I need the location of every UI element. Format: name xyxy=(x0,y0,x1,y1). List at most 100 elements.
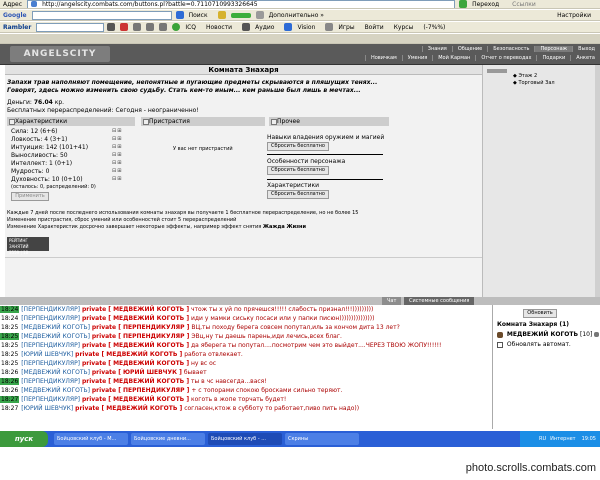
chat-sender[interactable]: [ПЕРПЕНДИКУЛЯР] xyxy=(21,306,80,313)
stat-adjust-controls[interactable]: ⊟⊞ xyxy=(112,168,122,174)
chat-sender[interactable]: [МЕДВЕЖИЙ КОГОТЬ] xyxy=(21,333,90,340)
icq-button[interactable]: ICQ xyxy=(172,23,201,31)
taskbar-item[interactable]: Скрины xyxy=(285,433,359,445)
nav-communication[interactable]: Общение xyxy=(451,46,487,52)
section-other[interactable]: Прочее xyxy=(269,117,389,126)
refresh-button[interactable]: Обновить xyxy=(523,309,557,318)
chat-time: 18:26 xyxy=(1,369,19,376)
nav-skills[interactable]: Умения xyxy=(401,55,432,61)
nav-security[interactable]: Безопасность xyxy=(487,46,534,52)
chat-private-tag[interactable]: private [ ПЕРПЕНДИКУЛЯР ] xyxy=(92,333,190,340)
other-item-label: Особенности персонажа xyxy=(267,158,346,165)
google-search-button[interactable]: Поиск xyxy=(175,11,213,19)
scrollbar[interactable] xyxy=(595,65,600,297)
apply-button[interactable]: Применить xyxy=(11,192,49,201)
rambler-news-button[interactable]: Новости xyxy=(206,24,237,31)
weather-icon[interactable] xyxy=(159,23,168,31)
section-stats[interactable]: Характеристики xyxy=(7,117,135,126)
tab-system-messages[interactable]: Системные сообщения xyxy=(404,297,475,305)
chat-private-tag[interactable]: private [ МЕДВЕЖИЙ КОГОТЬ ] xyxy=(82,396,189,403)
chat-sender[interactable]: [ПЕРПЕНДИКУЛЯР] xyxy=(21,378,80,385)
search-icon[interactable] xyxy=(107,23,116,31)
checkbox[interactable] xyxy=(497,341,503,348)
chat-private-tag[interactable]: private [ МЕДВЕЖИЙ КОГОТЬ ] xyxy=(82,360,189,367)
game-header: ANGELSCITY Знания Общение Безопасность П… xyxy=(0,44,600,65)
rambler-search-input[interactable] xyxy=(36,22,105,32)
reset-features-button[interactable]: Сбросить бесплатно xyxy=(267,166,329,175)
stat-adjust-controls[interactable]: ⊟⊞ xyxy=(112,144,122,150)
room-user-count: Комната Знахаря (1) xyxy=(497,321,570,328)
stat-adjust-controls[interactable]: ⊟⊞ xyxy=(112,160,122,166)
rambler-vision-button[interactable]: Vision xyxy=(284,23,320,31)
rambler-games-button[interactable]: Игры xyxy=(325,23,359,31)
chat-private-tag[interactable]: private [ МЕДВЕЖИЙ КОГОТЬ ] xyxy=(82,378,189,385)
chat-private-tag[interactable]: private [ ПЕРПЕНДИКУЛЯР ] xyxy=(92,324,190,331)
chat-message: 18:25 [МЕДВЕЖИЙ КОГОТЬ] private [ ПЕРПЕН… xyxy=(0,332,492,341)
chat-text: бывает xyxy=(183,369,207,376)
stat-adjust-controls[interactable]: ⊟⊞ xyxy=(112,176,122,182)
nav-exit[interactable]: Выход xyxy=(572,46,600,52)
chat-sender[interactable]: [МЕДВЕЖИЙ КОГОТЬ] xyxy=(21,369,90,376)
stat-adjust-controls[interactable]: ⊟⊞ xyxy=(112,152,122,158)
tab-chat[interactable]: Чат xyxy=(382,297,402,305)
news-icon[interactable] xyxy=(133,23,142,31)
chat-sender[interactable]: [ПЕРПЕНДИКУЛЯР] xyxy=(21,360,80,367)
bookmark-icon[interactable] xyxy=(217,11,226,19)
chat-sender[interactable]: [ПЕРПЕНДИКУЛЯР] xyxy=(21,396,80,403)
lang-indicator[interactable]: RU xyxy=(539,436,546,442)
chat-sender[interactable]: [ЮРИЙ ШЕВЧУК] xyxy=(21,351,73,358)
reset-skills-button[interactable]: Сбросить бесплатно xyxy=(267,142,329,151)
chat-message: 18:26 [МЕДВЕЖИЙ КОГОТЬ] private [ ЮРИЙ Ш… xyxy=(0,368,492,377)
chat-private-tag[interactable]: private [ МЕДВЕЖИЙ КОГОТЬ ] xyxy=(75,351,182,358)
go-icon[interactable] xyxy=(459,0,468,8)
nav-transfers[interactable]: Отчет о переводах xyxy=(475,55,536,61)
nav-newbies[interactable]: Новичкам xyxy=(364,55,402,61)
chat-text: коготь в жопе торчать будет! xyxy=(191,396,287,403)
stat-adjust-controls[interactable]: ⊟⊞ xyxy=(112,128,122,134)
chat-sender[interactable]: [ПЕРПЕНДИКУЛЯР] xyxy=(21,342,80,349)
chat-private-tag[interactable]: private [ МЕДВЕЖИЙ КОГОТЬ ] xyxy=(82,342,189,349)
user-entry[interactable]: МЕДВЕЖИЙ КОГОТЬ [10] xyxy=(497,331,600,338)
taskbar-item[interactable]: Бойцовский клуб - ... xyxy=(208,433,282,445)
stat-adjust-controls[interactable]: ⊟⊞ xyxy=(112,136,122,142)
room-divider xyxy=(5,257,482,258)
chat-sender[interactable]: [МЕДВЕЖИЙ КОГОТЬ] xyxy=(21,387,90,394)
info-icon[interactable] xyxy=(594,332,600,337)
taskbar-item[interactable]: Бойцовский клуб - М... xyxy=(54,433,128,445)
taskbar-item[interactable]: Бойцовские дневни... xyxy=(131,433,205,445)
tv-icon[interactable] xyxy=(146,23,155,31)
auto-refresh[interactable]: Обновлять автомат. xyxy=(497,341,571,348)
rating-badge[interactable]: РЕЙТИНГ ЗАНЯТИЙ 3559 | 18 xyxy=(7,237,49,255)
nav-character[interactable]: Персонаж xyxy=(534,46,573,52)
rambler-login-button[interactable]: Войти xyxy=(365,24,389,31)
nav-knowledge[interactable]: Знания xyxy=(421,46,452,52)
google-more-link[interactable]: Дополнительно » xyxy=(269,12,324,19)
nav-profile[interactable]: Анкета xyxy=(570,55,600,61)
reset-stats-button[interactable]: Сбросить бесплатно xyxy=(267,190,329,199)
google-search-input[interactable] xyxy=(31,10,172,20)
chat-sender[interactable]: [ЮРИЙ ШЕВЧУК] xyxy=(21,405,73,412)
chat-sender[interactable]: [МЕДВЕЖИЙ КОГОТЬ] xyxy=(21,324,90,331)
chat-tabs: Чат Системные сообщения xyxy=(0,297,600,305)
stat-strength: Сила: 12 (6+6) xyxy=(11,128,58,135)
links-label[interactable]: Ссылки xyxy=(512,1,536,8)
section-addictions[interactable]: Пристрастия xyxy=(141,117,265,126)
location-trade-hall[interactable]: ◆ Торговый Зал xyxy=(513,80,555,86)
address-input[interactable]: http://angelscity.combats.com/buttons.pl… xyxy=(27,0,456,8)
chat-sender[interactable]: [ПЕРПЕНДИКУЛЯР] xyxy=(21,315,80,322)
chat-private-tag[interactable]: private [ ЮРИЙ ШЕВЧУК ] xyxy=(92,369,182,376)
chat-private-tag[interactable]: private [ МЕДВЕЖИЙ КОГОТЬ ] xyxy=(82,315,189,322)
location-floor[interactable]: ◆ Этаж 2 xyxy=(513,73,537,79)
rambler-rates-button[interactable]: Курсы xyxy=(394,24,419,31)
nav-pocket[interactable]: Мой Карман xyxy=(432,55,475,61)
spell-icon[interactable] xyxy=(255,11,264,19)
start-button[interactable]: пуск xyxy=(0,431,48,447)
google-settings-link[interactable]: Настройки xyxy=(557,12,591,19)
mail-icon[interactable] xyxy=(120,23,129,31)
nav-gifts[interactable]: Подарки xyxy=(536,55,570,61)
chat-private-tag[interactable]: private [ ПЕРПЕНДИКУЛЯР ] xyxy=(92,387,190,394)
go-button[interactable]: Переход xyxy=(472,1,499,8)
rambler-audio-button[interactable]: Аудио xyxy=(242,23,279,31)
chat-private-tag[interactable]: private [ МЕДВЕЖИЙ КОГОТЬ ] xyxy=(82,306,189,313)
chat-private-tag[interactable]: private [ МЕДВЕЖИЙ КОГОТЬ ] xyxy=(75,405,182,412)
